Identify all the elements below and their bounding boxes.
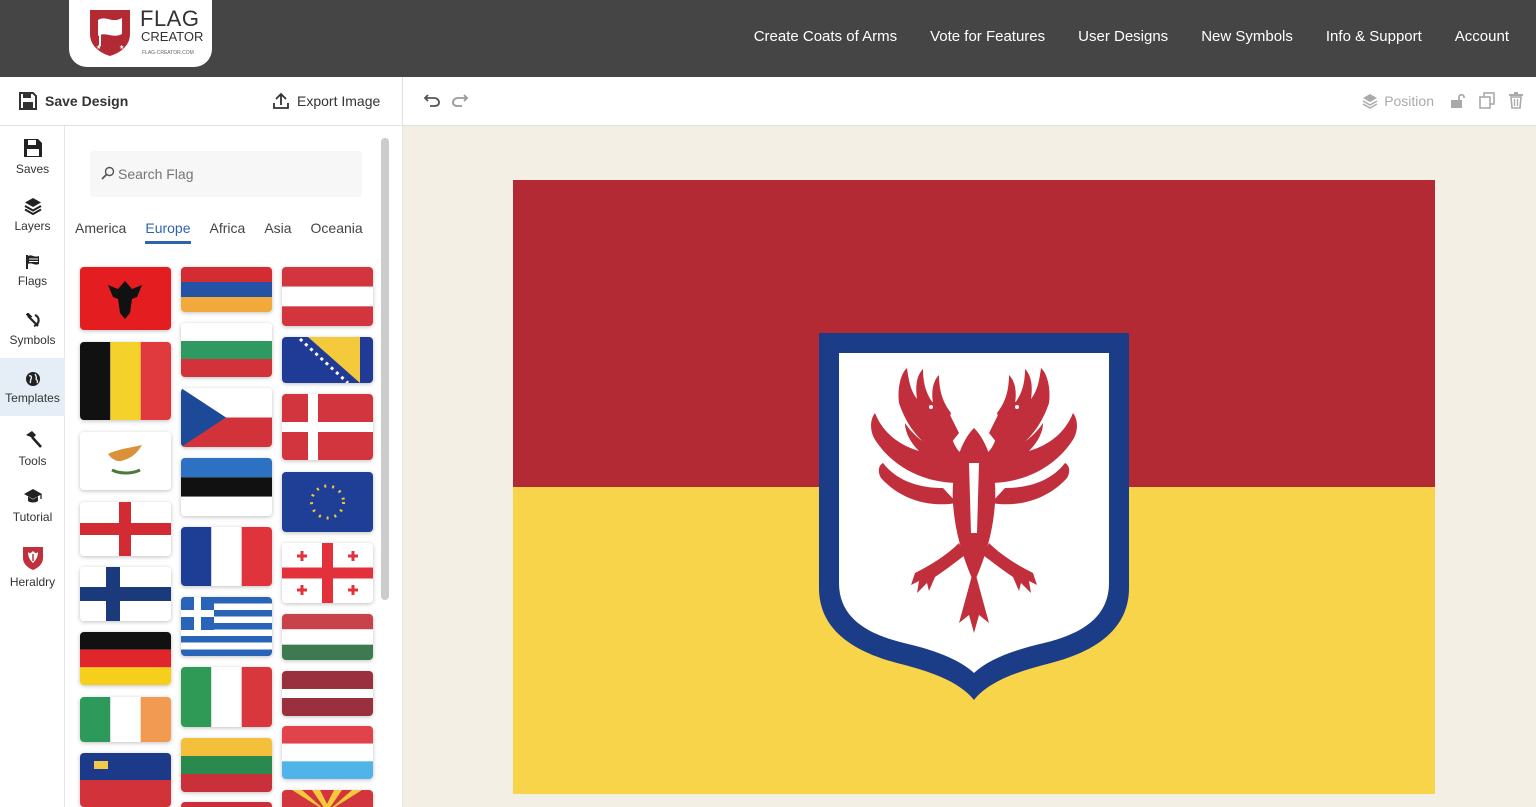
sidebar-item-label: Symbols: [9, 333, 56, 347]
sidebar-item-saves[interactable]: Saves: [0, 138, 65, 184]
nav-create-coats-of-arms[interactable]: Create Coats of Arms: [754, 28, 897, 45]
export-image-label: Export Image: [297, 93, 381, 109]
flag-armenia[interactable]: [181, 267, 272, 312]
flag-liechtenstein[interactable]: [80, 753, 171, 807]
save-icon: [23, 139, 42, 157]
flag-finland[interactable]: [80, 567, 171, 621]
sidebar-item-symbols[interactable]: Symbols: [0, 313, 65, 361]
sidebar-item-tools[interactable]: Tools: [0, 430, 65, 476]
flag-georgia[interactable]: [282, 543, 373, 603]
sidebar-item-label: Templates: [5, 391, 60, 405]
sidebar-item-label: Tutorial: [12, 510, 53, 524]
flag-partial[interactable]: [181, 802, 272, 807]
svg-text:★: ★: [96, 44, 101, 51]
file-toolbar: Save Design Export Image: [0, 77, 403, 126]
nav-vote-for-features[interactable]: Vote for Features: [930, 28, 1045, 45]
sidebar-item-flags[interactable]: Flags: [0, 254, 65, 302]
hammer-sickle-icon: [25, 313, 40, 328]
save-design-label: Save Design: [45, 93, 129, 109]
search-input[interactable]: [90, 151, 330, 197]
heraldry-shield-icon: [22, 547, 43, 570]
tab-europe[interactable]: Europe: [145, 220, 191, 244]
sidebar-item-heraldry[interactable]: Heraldry: [0, 545, 65, 595]
flag-bosnia-herzegovina[interactable]: [282, 337, 373, 383]
tab-africa[interactable]: Africa: [210, 220, 246, 244]
sidebar-item-templates[interactable]: Templates: [0, 358, 65, 416]
flag-belgium[interactable]: [80, 342, 171, 420]
export-image-button[interactable]: Export Image: [272, 92, 380, 110]
logo-wordmark-line2: CREATOR: [141, 29, 204, 44]
flag-lithuania[interactable]: [181, 738, 272, 792]
nav-account[interactable]: Account: [1455, 28, 1509, 45]
redo-icon[interactable]: [451, 92, 469, 108]
flag-england[interactable]: [80, 502, 171, 556]
logo-domain: FLAG-CREATOR.COM: [142, 50, 194, 56]
graduation-cap-icon: [23, 489, 42, 503]
flag-icon: [25, 255, 39, 269]
hammer-icon: [25, 431, 42, 448]
flag-latvia[interactable]: [282, 671, 373, 716]
flag-ireland[interactable]: [80, 697, 171, 742]
sidebar-item-label: Heraldry: [9, 575, 56, 589]
nav-new-symbols[interactable]: New Symbols: [1201, 28, 1293, 45]
flag-germany[interactable]: [80, 632, 171, 685]
layers-icon: [1362, 94, 1378, 109]
save-icon: [19, 92, 37, 110]
flag-estonia[interactable]: [181, 458, 272, 516]
upload-icon: [273, 92, 289, 109]
nav-user-designs[interactable]: User Designs: [1078, 28, 1168, 45]
trash-icon[interactable]: [1508, 92, 1524, 109]
nav-info-support[interactable]: Info & Support: [1326, 28, 1422, 45]
eagle-shield-emblem[interactable]: [819, 333, 1129, 700]
tab-america[interactable]: America: [75, 220, 126, 244]
sidebar-item-label: Saves: [15, 162, 50, 176]
globe-icon: [25, 372, 40, 386]
position-label: Position: [1384, 93, 1434, 109]
flag-bulgaria[interactable]: [181, 323, 272, 377]
flag-czech-republic[interactable]: [181, 388, 272, 447]
flag-luxembourg[interactable]: [282, 726, 373, 779]
flag-denmark[interactable]: [282, 394, 373, 460]
sidebar-item-layers[interactable]: Layers: [0, 197, 65, 243]
tab-asia[interactable]: Asia: [264, 220, 291, 244]
flag-albania[interactable]: [80, 267, 171, 330]
flag-north-macedonia[interactable]: [282, 790, 373, 807]
undo-icon[interactable]: [423, 92, 441, 108]
flag-greece[interactable]: [181, 597, 272, 656]
flag-hungary[interactable]: [282, 614, 373, 660]
flag-austria[interactable]: [282, 267, 373, 326]
sidebar-item-label: Flags: [17, 274, 48, 288]
layers-icon: [24, 198, 41, 215]
logo-shield-icon: ★ ★: [90, 10, 130, 56]
flag-european-union[interactable]: [282, 472, 373, 532]
region-tabs: America Europe Africa Asia Oceania: [75, 220, 363, 244]
sidebar-item-label: Tools: [18, 454, 47, 468]
flag-search: [90, 151, 362, 197]
edit-toolbar: Position: [403, 77, 1536, 126]
flag-france[interactable]: [181, 527, 272, 586]
duplicate-icon[interactable]: [1479, 92, 1495, 109]
sidebar-item-label: Layers: [14, 219, 51, 233]
top-navigation-bar: ★ ★ FLAG CREATOR FLAG-CREATOR.COM Create…: [0, 0, 1536, 77]
save-design-button[interactable]: Save Design: [18, 91, 128, 111]
sidebar-item-tutorial[interactable]: Tutorial: [0, 488, 65, 534]
main-navigation: Create Coats of Arms Vote for Features U…: [754, 28, 1509, 45]
svg-text:★: ★: [119, 44, 124, 51]
flag-canvas[interactable]: [513, 180, 1435, 794]
flag-creator-logo[interactable]: ★ ★ FLAG CREATOR FLAG-CREATOR.COM: [69, 0, 212, 67]
search-icon: [101, 166, 115, 180]
position-button[interactable]: Position: [1362, 93, 1434, 109]
tab-oceania[interactable]: Oceania: [311, 220, 363, 244]
panel-scrollbar[interactable]: [381, 138, 389, 600]
templates-panel: America Europe Africa Asia Oceania: [65, 126, 403, 807]
flag-cyprus[interactable]: [80, 432, 171, 490]
flag-italy[interactable]: [181, 667, 272, 727]
sidebar: Saves Layers Flags Symbols Templates Too…: [0, 126, 65, 807]
lock-icon[interactable]: [1450, 92, 1466, 109]
